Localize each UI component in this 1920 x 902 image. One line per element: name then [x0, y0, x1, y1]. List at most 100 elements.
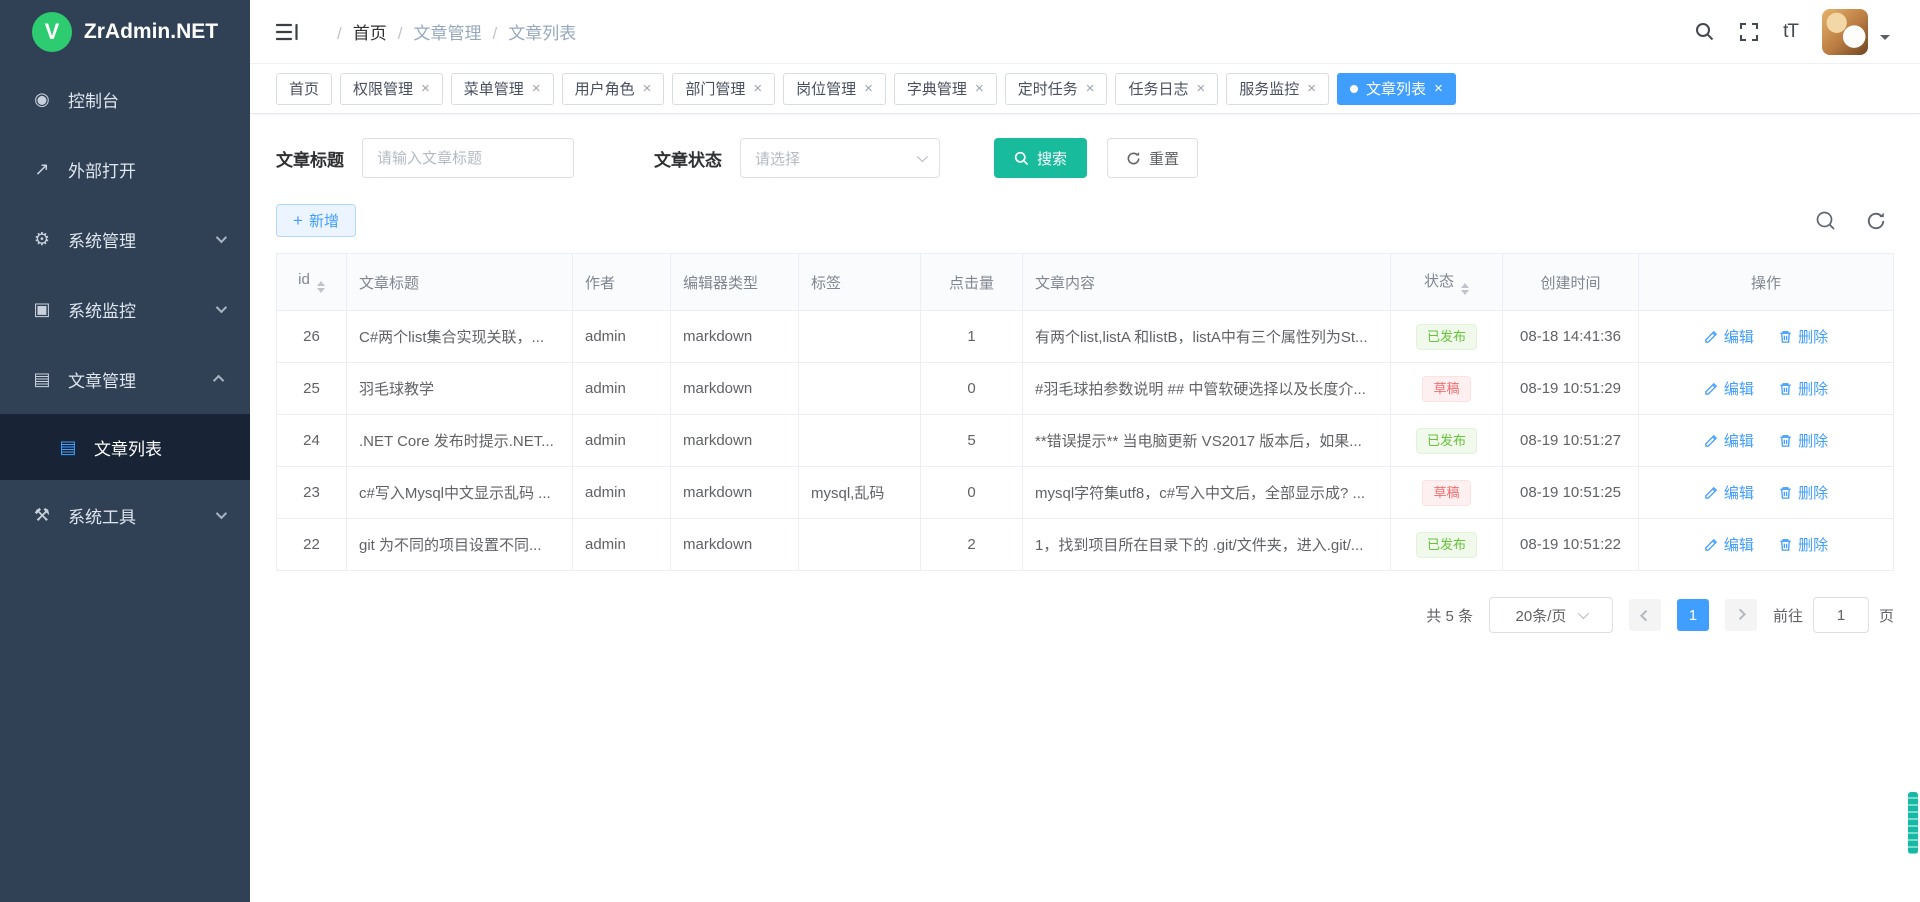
- edit-button[interactable]: 编辑: [1704, 430, 1754, 451]
- table-row: 26 C#两个list集合实现关联，... admin markdown 1 有…: [277, 311, 1894, 363]
- sidebar-item[interactable]: ⚒ 系统工具: [0, 480, 250, 550]
- cell-id: 26: [277, 311, 347, 363]
- cell-operations: 编辑 删除: [1639, 363, 1894, 415]
- user-menu-caret-icon[interactable]: [1880, 35, 1890, 45]
- status-badge: 草稿: [1422, 480, 1470, 506]
- close-icon[interactable]: [1307, 81, 1316, 96]
- cell-title: C#两个list集合实现关联，...: [347, 311, 573, 363]
- column-header[interactable]: id: [277, 254, 347, 311]
- page-size-select[interactable]: 20条/页: [1489, 597, 1613, 633]
- breadcrumb-item[interactable]: 文章列表: [481, 19, 576, 44]
- tab-label: 任务日志: [1128, 78, 1188, 99]
- search-button[interactable]: 搜索: [994, 138, 1087, 178]
- delete-button[interactable]: 删除: [1778, 326, 1828, 347]
- filter-form: 文章标题 文章状态 请选择 搜索 重置: [276, 138, 1894, 178]
- cell-content: 1，找到项目所在目录下的 .git/文件夹，进入.git/...: [1023, 519, 1391, 571]
- cell-clicks: 0: [921, 363, 1023, 415]
- view-tab[interactable]: 服务监控: [1226, 73, 1329, 105]
- font-size-icon[interactable]: tT: [1783, 21, 1798, 43]
- sort-icon[interactable]: [1461, 283, 1469, 295]
- close-icon[interactable]: [532, 81, 541, 96]
- view-tab[interactable]: 菜单管理: [451, 73, 554, 105]
- title-filter-input[interactable]: [362, 138, 574, 178]
- close-icon[interactable]: [975, 81, 984, 96]
- tab-label: 岗位管理: [796, 78, 856, 99]
- view-tab[interactable]: 任务日志: [1115, 73, 1218, 105]
- cell-id: 25: [277, 363, 347, 415]
- view-tab[interactable]: 字典管理: [894, 73, 997, 105]
- delete-button[interactable]: 删除: [1778, 482, 1828, 503]
- close-icon[interactable]: [1197, 81, 1206, 96]
- column-header[interactable]: 点击量: [921, 254, 1023, 311]
- close-icon[interactable]: [1434, 81, 1443, 96]
- column-header[interactable]: 编辑器类型: [671, 254, 799, 311]
- cell-clicks: 0: [921, 467, 1023, 519]
- sidebar-item-label: 系统监控: [68, 297, 136, 322]
- column-header[interactable]: 标签: [799, 254, 921, 311]
- edit-button[interactable]: 编辑: [1704, 378, 1754, 399]
- sort-icon[interactable]: [317, 281, 325, 293]
- view-tab[interactable]: 文章列表: [1337, 73, 1456, 105]
- sidebar-item[interactable]: ▤ 文章管理: [0, 344, 250, 414]
- select-placeholder: 请选择: [755, 148, 800, 169]
- close-icon[interactable]: [753, 81, 762, 96]
- tab-label: 部门管理: [685, 78, 745, 99]
- goto-page-input[interactable]: [1813, 597, 1869, 633]
- tab-label: 菜单管理: [464, 78, 524, 99]
- user-avatar[interactable]: [1822, 9, 1868, 55]
- cell-tags: [799, 415, 921, 467]
- drag-handle[interactable]: [1908, 792, 1918, 854]
- view-tab[interactable]: 用户角色: [562, 73, 665, 105]
- tab-label: 权限管理: [353, 78, 413, 99]
- search-icon[interactable]: [1694, 21, 1715, 42]
- close-icon[interactable]: [864, 81, 873, 96]
- column-header[interactable]: 操作: [1639, 254, 1894, 311]
- column-header[interactable]: 文章标题: [347, 254, 573, 311]
- delete-button[interactable]: 删除: [1778, 534, 1828, 555]
- breadcrumb-item[interactable]: 首页: [326, 19, 387, 44]
- view-tab[interactable]: 权限管理: [340, 73, 443, 105]
- sidebar-item[interactable]: ↗ 外部打开: [0, 134, 250, 204]
- view-tab[interactable]: 部门管理: [672, 73, 775, 105]
- prev-page-button[interactable]: [1629, 599, 1661, 631]
- edit-button[interactable]: 编辑: [1704, 534, 1754, 555]
- cell-content: 有两个list,listA 和listB，listA中有三个属性列为St...: [1023, 311, 1391, 363]
- edit-button[interactable]: 编辑: [1704, 482, 1754, 503]
- close-icon[interactable]: [643, 81, 652, 96]
- cell-status: 已发布: [1391, 415, 1503, 467]
- page-number-button[interactable]: 1: [1677, 599, 1709, 631]
- app-logo[interactable]: V ZrAdmin.NET: [0, 0, 250, 64]
- column-header[interactable]: 创建时间: [1503, 254, 1639, 311]
- add-button[interactable]: 新增: [276, 204, 356, 237]
- goto-label: 前往: [1773, 605, 1803, 626]
- column-header[interactable]: 状态: [1391, 254, 1503, 311]
- status-filter-select[interactable]: 请选择: [740, 138, 940, 178]
- column-header[interactable]: 作者: [573, 254, 671, 311]
- close-icon[interactable]: [421, 81, 430, 96]
- gear-icon: ⚙: [30, 229, 54, 250]
- edit-button[interactable]: 编辑: [1704, 326, 1754, 347]
- sidebar-item[interactable]: ▣ 系统监控: [0, 274, 250, 344]
- cell-author: admin: [573, 519, 671, 571]
- sidebar-item[interactable]: ⚙ 系统管理: [0, 204, 250, 274]
- sidebar-item[interactable]: ◉ 控制台: [0, 64, 250, 134]
- view-tab[interactable]: 岗位管理: [783, 73, 886, 105]
- cell-status: 已发布: [1391, 311, 1503, 363]
- toggle-search-icon[interactable]: [1815, 210, 1836, 231]
- delete-button[interactable]: 删除: [1778, 430, 1828, 451]
- next-page-button[interactable]: [1725, 599, 1757, 631]
- refresh-icon[interactable]: [1866, 211, 1886, 231]
- close-icon[interactable]: [1086, 81, 1095, 96]
- view-tab[interactable]: 首页: [276, 73, 332, 105]
- cell-title: c#写入Mysql中文显示乱码 ...: [347, 467, 573, 519]
- column-header[interactable]: 文章内容: [1023, 254, 1391, 311]
- sidebar-item[interactable]: ▤ 文章列表: [0, 414, 250, 480]
- reset-button[interactable]: 重置: [1107, 138, 1198, 178]
- menu-collapse-icon[interactable]: [276, 22, 300, 42]
- delete-button[interactable]: 删除: [1778, 378, 1828, 399]
- view-tab[interactable]: 定时任务: [1005, 73, 1108, 105]
- fullscreen-icon[interactable]: [1739, 22, 1759, 42]
- pagination: 共 5 条 20条/页 1 前往 页: [276, 597, 1894, 633]
- breadcrumb-item[interactable]: 文章管理: [387, 19, 482, 44]
- cell-id: 23: [277, 467, 347, 519]
